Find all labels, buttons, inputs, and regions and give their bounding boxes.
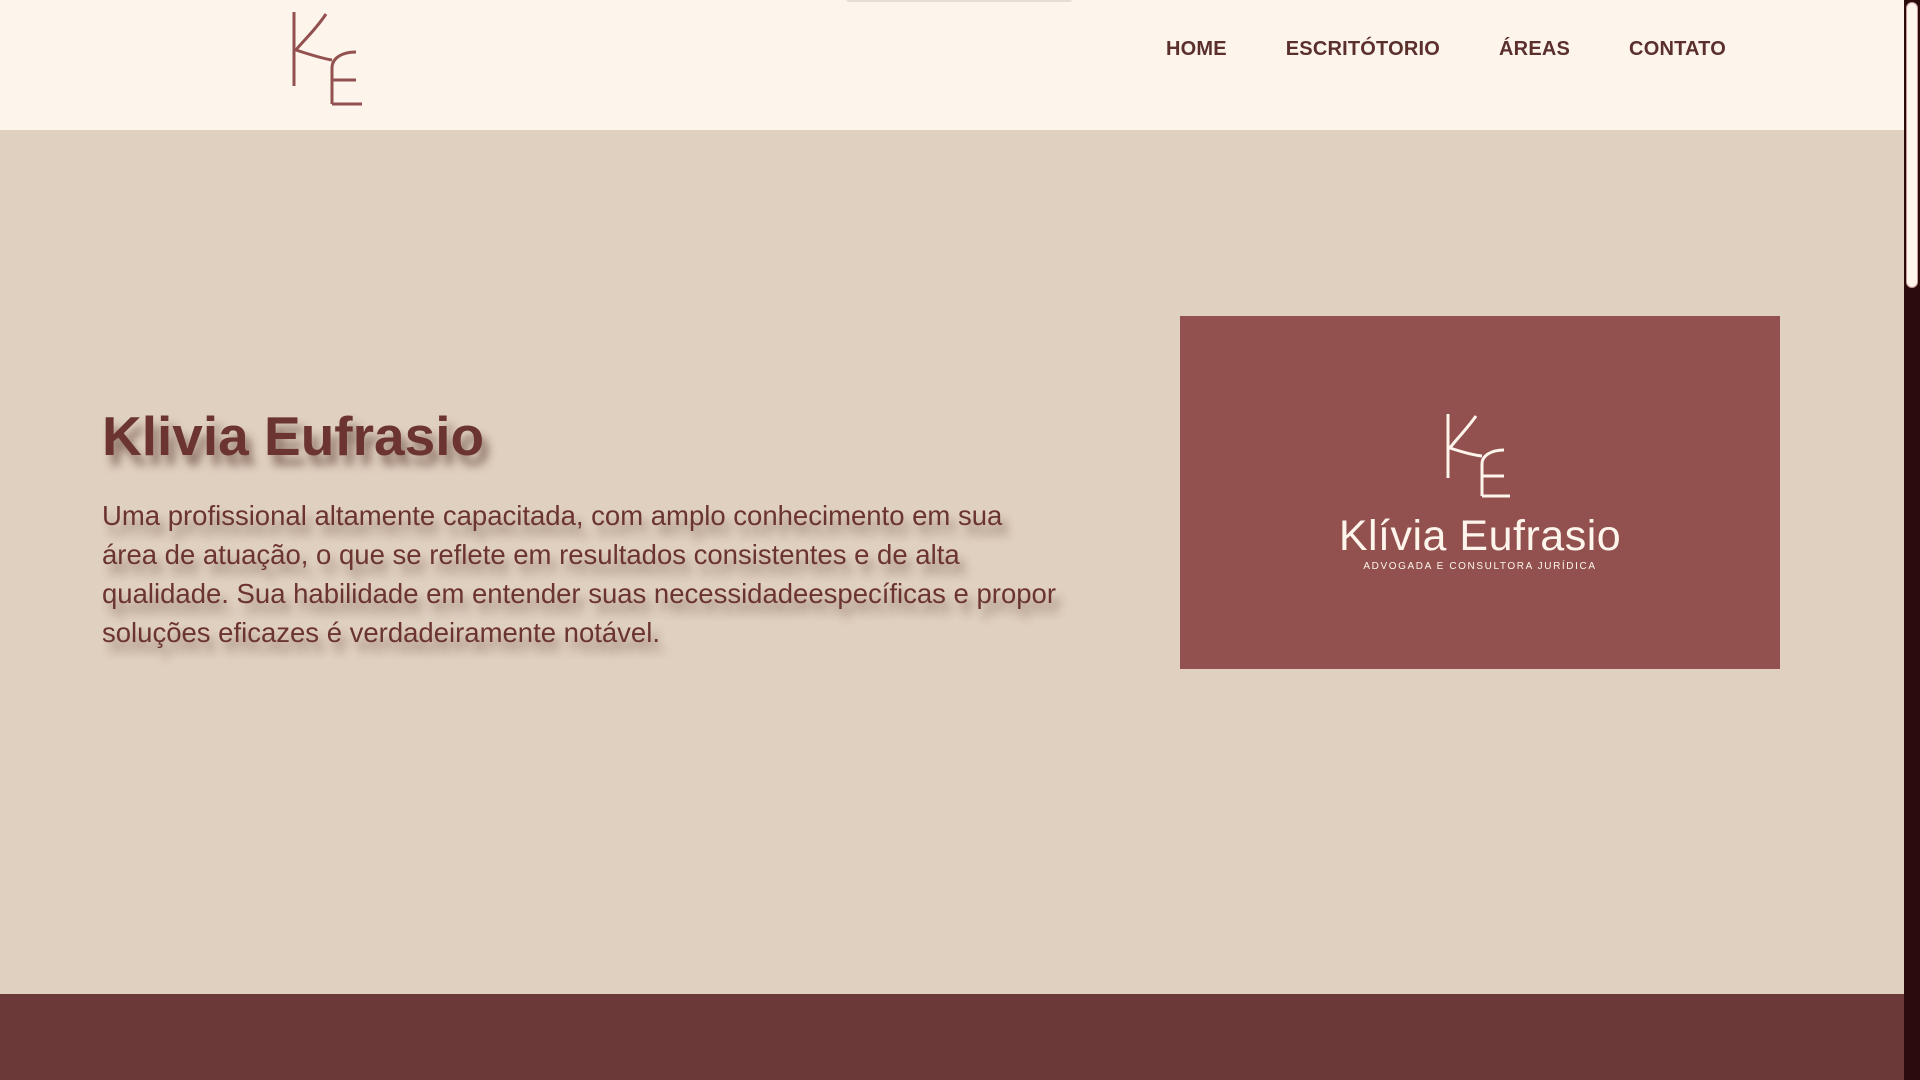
page-scrollbar[interactable] [1904,0,1920,1080]
hero-title: Klivia Eufrasio [102,405,485,467]
site-logo[interactable] [286,10,366,106]
nav-areas[interactable]: ÁREAS [1499,38,1570,61]
main-nav: HOME ESCRITÓTORIO ÁREAS CONTATO [1166,38,1726,61]
nav-contato[interactable]: CONTATO [1629,38,1726,61]
brand-card: Klívia Eufrasio ADVOGADA E CONSULTORA JU… [1180,316,1780,669]
card-brand-name: Klívia Eufrasio [1338,512,1622,560]
card-logo [1442,412,1514,498]
ke-monogram-icon [1446,414,1510,498]
card-tagline: ADVOGADA E CONSULTORA JURÍDICA [1363,561,1597,572]
nav-home[interactable]: HOME [1166,38,1227,61]
nav-escritorio[interactable]: ESCRITÓTORIO [1286,38,1440,61]
ke-monogram-icon [292,12,362,106]
next-section-band [0,994,1904,1080]
top-indicator [846,0,1072,2]
site-header: HOME ESCRITÓTORIO ÁREAS CONTATO [0,0,1904,130]
hero-description: Uma profissional altamente capacitada, c… [102,500,1056,648]
scrollbar-thumb[interactable] [1906,2,1918,288]
